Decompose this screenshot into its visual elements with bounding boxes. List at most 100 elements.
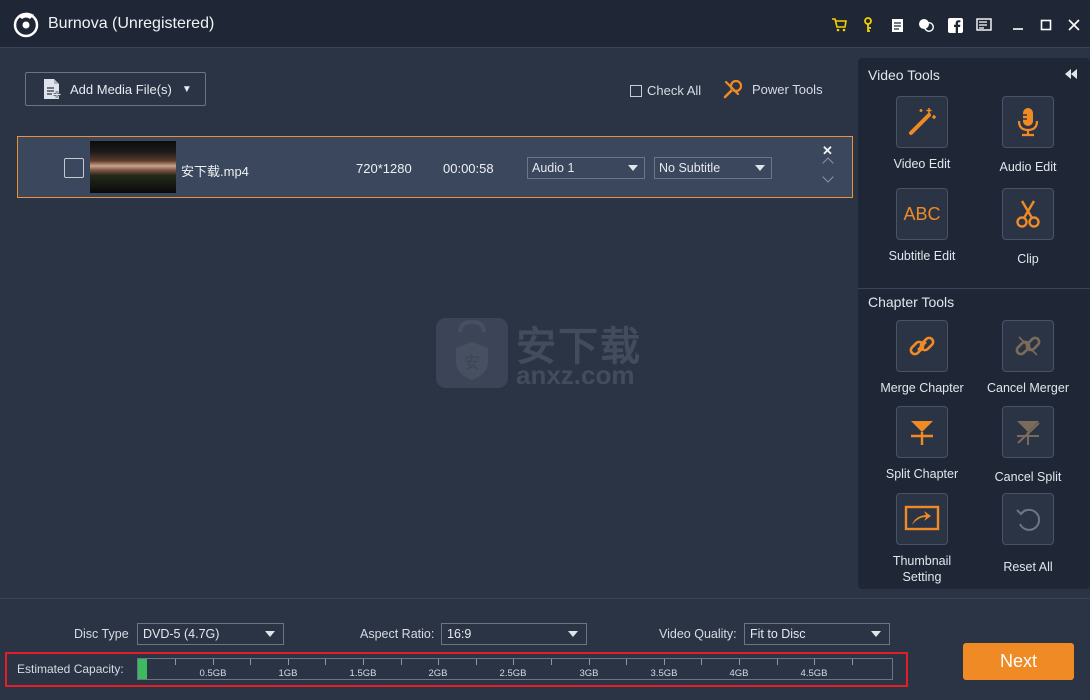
video-edit-label: Video Edit [893,157,951,171]
file-duration: 00:00:58 [443,161,494,176]
subtitle-edit-tool[interactable]: ABC Subtitle Edit [872,188,972,264]
chevron-down-icon [628,165,638,171]
cancel-merger-tool[interactable]: Cancel Merger [978,320,1078,396]
capacity-tick [626,659,627,665]
title-bar-icons [828,14,1086,36]
move-down-icon[interactable] [822,171,834,183]
disc-type-value: DVD-5 (4.7G) [143,627,220,641]
capacity-tick [288,659,289,665]
chevron-down-icon [568,631,578,637]
feedback-icon[interactable] [973,14,995,36]
subtitle-value: No Subtitle [659,161,721,175]
tools-panel: Video Tools Video Edit Audio Edit ABC Su… [858,58,1090,589]
file-checkbox[interactable] [64,158,84,178]
split-chapter-tool[interactable]: Split Chapter [872,406,972,482]
cancel-split-tool[interactable]: Cancel Split [978,406,1078,485]
magic-wand-icon [896,96,948,148]
thumbnail-setting-line2: Setting [902,570,942,584]
capacity-tick [325,659,326,665]
capacity-tick [551,659,552,665]
chat-icon[interactable] [915,14,937,36]
cart-icon[interactable] [828,14,850,36]
thumbnail-setting-line1: Thumbnail [892,554,952,568]
app-window: Burnova (Unregistered) Add Media File(s)… [0,0,1090,700]
disc-type-select[interactable]: DVD-5 (4.7G) [137,623,284,645]
video-edit-tool[interactable]: Video Edit [872,96,972,172]
aspect-ratio-select[interactable]: 16:9 [441,623,587,645]
capacity-tick [401,659,402,665]
watermark-domain: anxz.com [516,360,635,390]
capacity-tick-label: 3.5GB [650,668,678,679]
capacity-tick [250,659,251,665]
audio-edit-label: Audio Edit [999,160,1057,174]
video-quality-select[interactable]: Fit to Disc [744,623,890,645]
power-tools-label: Power Tools [752,81,823,97]
check-all-checkbox[interactable] [630,84,642,97]
file-name: 安下载.mp4 [181,164,249,179]
abc-icon: ABC [896,188,948,240]
thumbnail-setting-tool[interactable]: Thumbnail Setting [872,493,972,585]
chapter-tools-title: Chapter Tools [868,294,955,310]
split-chapter-label: Split Chapter [885,467,959,481]
close-button[interactable] [1062,14,1086,36]
video-quality-label: Video Quality: [659,627,737,641]
minimize-button[interactable] [1006,14,1030,36]
capacity-tick-label: 2GB [428,668,448,679]
watermark: 安 安下载 anxz.com [436,310,656,390]
maximize-button[interactable] [1034,14,1058,36]
capacity-bar: 0.5GB 1GB 1.5GB 2GB 2.5GB 3GB 3.5GB 4GB 4.5GB [137,658,893,680]
reset-all-tool[interactable]: Reset All [978,493,1078,575]
video-tools-title: Video Tools [868,67,940,83]
chevron-down-icon [871,631,881,637]
cancel-merger-label: Cancel Merger [987,381,1069,395]
aspect-ratio-value: 16:9 [447,627,472,641]
add-file-icon [44,79,61,99]
capacity-tick-label: 1.5GB [349,668,377,679]
capacity-fill [138,659,147,679]
capacity-tick-label: 3GB [579,668,599,679]
add-media-button[interactable]: Add Media File(s) ▼ [25,72,206,106]
disc-type-label: Disc Type [74,627,129,641]
media-area: Add Media File(s) ▼ Check All Power Tool… [0,48,858,598]
wrench-screwdriver-icon [723,79,743,99]
power-tools-button[interactable]: Power Tools [722,78,823,100]
burnova-logo-icon [13,12,39,38]
key-icon[interactable] [857,14,879,36]
merge-chapter-tool[interactable]: Merge Chapter [872,320,972,396]
subtitle-select[interactable]: No Subtitle [654,157,772,179]
cancel-split-label: Cancel Split [994,470,1062,484]
clip-tool[interactable]: Clip [978,188,1078,267]
chevron-down-icon [265,631,275,637]
capacity-tick [589,659,590,665]
video-thumbnail [90,141,176,193]
capacity-tick [476,659,477,665]
check-all-toggle[interactable]: Check All [630,83,701,98]
collapse-panel-icon[interactable] [1064,68,1078,80]
check-all-label: Check All [647,83,702,98]
merge-chapter-label: Merge Chapter [880,381,964,395]
move-up-icon[interactable] [822,157,834,169]
watermark-bag-icon: 安 [436,318,508,388]
watermark-badge: 安 [464,353,480,372]
capacity-tick [513,659,514,665]
capacity-tick [664,659,665,665]
next-button[interactable]: Next [963,643,1074,680]
aspect-ratio-label: Aspect Ratio: [360,627,435,641]
reset-icon [1002,493,1054,545]
chevron-down-icon: ▼ [181,83,192,95]
audio-edit-tool[interactable]: Audio Edit [978,96,1078,175]
capacity-tick-label: 4GB [729,668,749,679]
capacity-tick [814,659,815,665]
capacity-tick [363,659,364,665]
capacity-tick [852,659,853,665]
audio-track-select[interactable]: Audio 1 [527,157,645,179]
capacity-tick [213,659,214,665]
file-resolution: 720*1280 [356,161,412,176]
thumbnail-setting-label: Thumbnail Setting [872,553,972,585]
facebook-icon[interactable] [944,14,966,36]
subtitle-edit-label: Subtitle Edit [888,249,956,263]
document-icon[interactable] [886,14,908,36]
chevron-down-icon [755,165,765,171]
media-file-row[interactable]: 安下载.mp4 720*1280 00:00:58 Audio 1 No Sub… [17,136,853,198]
capacity-label: Estimated Capacity: [17,662,124,676]
